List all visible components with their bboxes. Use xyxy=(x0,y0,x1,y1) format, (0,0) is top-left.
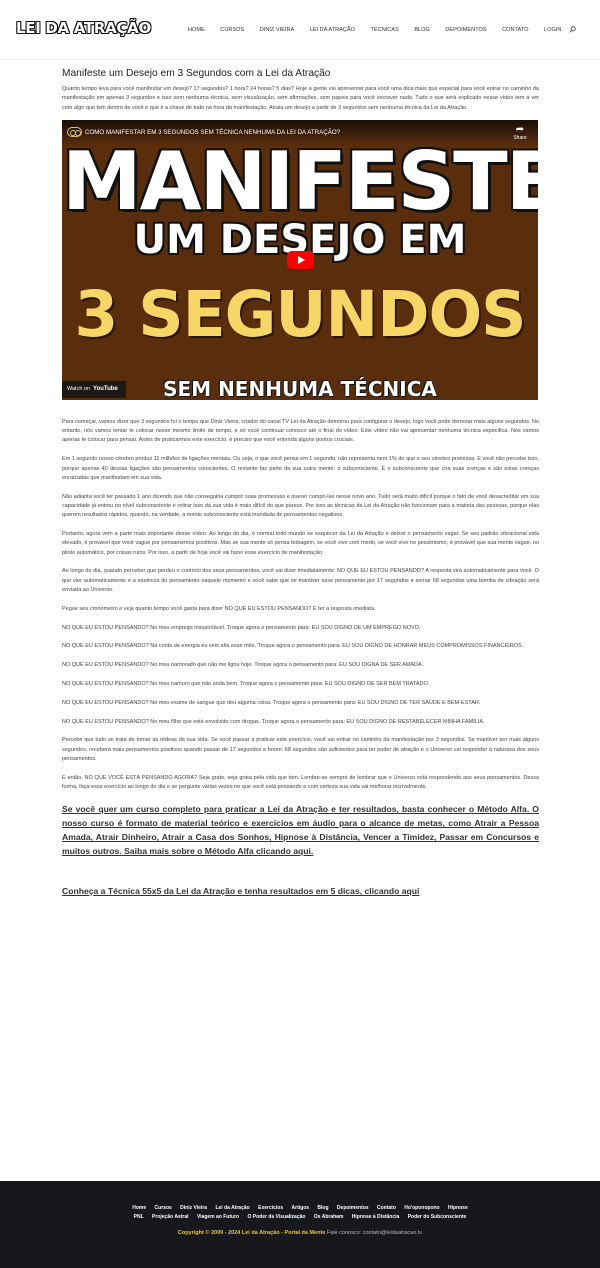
footer-link[interactable]: Blog xyxy=(317,1205,328,1211)
body-paragraph: E então, NO QUE VOCÊ ESTÁ PENSANDO AGORA… xyxy=(62,774,539,791)
nav-item-diniz-vieira[interactable]: DINIZ VIEIRA xyxy=(260,27,295,33)
footer-link[interactable]: Contato xyxy=(377,1205,396,1211)
page-title: Manifeste um Desejo em 3 Segundos com a … xyxy=(62,68,331,79)
body-paragraph: NO QUE EU ESTOU PENSANDO? No meu namorad… xyxy=(62,662,424,669)
tecnica-55x5-link[interactable]: Conheça a Técnica 55x5 da Lei da Atração… xyxy=(62,884,539,898)
watch-on-youtube-button[interactable]: Watch on YouTube xyxy=(62,380,126,398)
body-paragraph: Pegue seu cronometro e veja quanto tempo… xyxy=(62,605,376,612)
body-paragraph: NO QUE EU ESTOU PENSANDO? No meu filho q… xyxy=(62,718,485,725)
nav-item-lei-da-atracao[interactable]: LEI DA ATRAÇÃO xyxy=(310,27,355,33)
copyright-line: Copyright © 2009 - 2024 Lei da Atração -… xyxy=(0,1230,600,1236)
contact-email-link[interactable]: Fale conosco: contato@leidaatracao.tv xyxy=(327,1230,422,1236)
footer-link[interactable]: Depoimentos xyxy=(337,1205,369,1211)
copyright-text: Copyright © 2009 - 2024 Lei da Atração -… xyxy=(177,1230,326,1236)
nav-item-blog[interactable]: BLOG xyxy=(414,27,430,33)
footer-link[interactable]: Lei da Atração xyxy=(215,1205,249,1211)
watch-on-label: Watch on xyxy=(67,386,91,393)
nav-item-home[interactable]: Home xyxy=(188,27,205,33)
body-paragraph: NO QUE EU ESTOU PENSANDO? No meu namoro … xyxy=(62,681,430,688)
nav-item-contato[interactable]: CONTATO xyxy=(502,27,528,33)
footer-link[interactable]: Projeção Astral xyxy=(152,1214,189,1220)
footer-nav-row-2: PNL Projeção Astral Viagem ao Futuro O P… xyxy=(0,1214,600,1220)
share-icon: ➦ xyxy=(515,123,525,135)
thumbnail-text-1: MANIFESTE xyxy=(62,134,538,228)
main-nav: Home CURSOS DINIZ VIEIRA LEI DA ATRAÇÃO … xyxy=(188,25,577,35)
nav-item-depoimentos[interactable]: DEPOIMENTOS xyxy=(445,27,486,33)
article: Manifeste um Desejo em 3 Segundos com a … xyxy=(62,68,539,898)
body-paragraph: Não adianta você ter passado 1 ano dizen… xyxy=(62,493,539,519)
footer-link[interactable]: Hipnose xyxy=(448,1205,468,1211)
footer-link[interactable]: Poder do Subconsciente xyxy=(408,1214,467,1220)
body-paragraph: Ao longo do dia, quando perceber que per… xyxy=(62,568,539,594)
site-footer: Home Cursos Diniz Vieira Lei da Atração … xyxy=(0,1181,600,1268)
footer-link[interactable]: Viagem ao Futuro xyxy=(197,1214,239,1220)
footer-link[interactable]: Cursos xyxy=(155,1205,172,1211)
body-paragraph: Para começar, vamos dizer que 3 segundos… xyxy=(62,418,539,444)
footer-link[interactable]: Exercícios xyxy=(258,1205,283,1211)
search-icon[interactable] xyxy=(569,26,576,33)
footer-link[interactable]: Diniz Vieira xyxy=(180,1205,207,1211)
thumbnail-text-4: SEM NENHUMA TÉCNICA xyxy=(163,376,437,400)
body-paragraph: NO QUE EU ESTOU PENSANDO? No meu exame d… xyxy=(62,699,481,706)
footer-link[interactable]: Ho'oponopono xyxy=(404,1205,439,1211)
nav-item-login[interactable]: LOGIN xyxy=(544,27,561,33)
body-paragraph: Percebe que tudo se trata de tomar as ré… xyxy=(62,737,539,763)
nav-item-tecnicas[interactable]: TECNICAS xyxy=(371,27,399,33)
footer-link[interactable]: PNL xyxy=(134,1214,144,1220)
body-paragraph: NO QUE EU ESTOU PENSANDO? No meu emprego… xyxy=(62,624,421,631)
metodo-alfa-link[interactable]: Se você quer um curso completo para prat… xyxy=(62,802,539,858)
site-logo[interactable]: LEI DA ATRAÇÃO xyxy=(16,19,151,37)
body-paragraph: NO QUE EU ESTOU PENSANDO? Na conta de en… xyxy=(62,643,524,650)
video-player[interactable]: COMO MANIFESTAR EM 3 SEGUNDOS SEM TÉCNIC… xyxy=(62,119,538,400)
footer-link[interactable]: Os Abraham xyxy=(314,1214,344,1220)
play-button-icon[interactable] xyxy=(287,250,314,269)
footer-link[interactable]: Home xyxy=(132,1205,146,1211)
nav-item-cursos[interactable]: CURSOS xyxy=(220,27,244,33)
footer-link[interactable]: O Poder da Visualização xyxy=(247,1214,305,1220)
body-paragraph: Em 1 segundo nosso cérebro produz 11 mil… xyxy=(62,456,539,481)
footer-link[interactable]: Artigos xyxy=(292,1205,310,1211)
thumbnail-text-3: 3 SEGUNDOS xyxy=(74,277,527,351)
body-paragraph: Portanto, agora vem a parte mais importa… xyxy=(62,531,539,556)
youtube-logo: YouTube xyxy=(93,386,118,393)
site-header: LEI DA ATRAÇÃO Home CURSOS DINIZ VIEIRA … xyxy=(0,0,600,60)
footer-link[interactable]: Hipnose à Distância xyxy=(352,1214,400,1220)
intro-paragraph: Quanto tempo leva para você manifestar u… xyxy=(62,86,539,111)
footer-nav-row-1: Home Cursos Diniz Vieira Lei da Atração … xyxy=(0,1205,600,1211)
